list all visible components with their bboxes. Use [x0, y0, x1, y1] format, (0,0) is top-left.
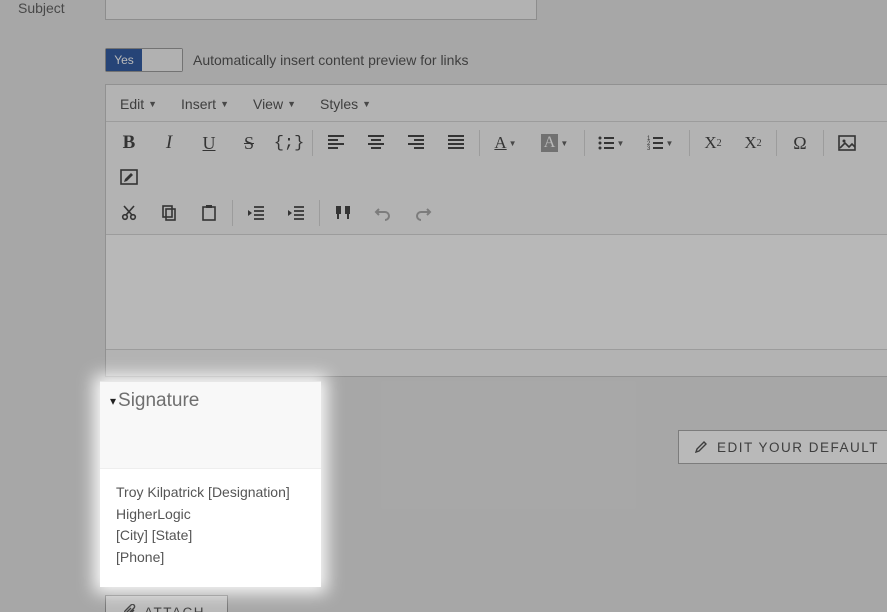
link-preview-toggle[interactable]: Yes — [105, 48, 183, 72]
signature-line-4: [Phone] — [116, 547, 305, 569]
edit-default-label: EDIT YOUR DEFAULT — [717, 440, 879, 455]
toggle-on-label: Yes — [106, 49, 142, 71]
code-button[interactable]: {;} — [269, 126, 309, 160]
underline-button[interactable]: U — [189, 126, 229, 160]
subscript-button[interactable]: X2 — [693, 126, 733, 160]
image-button[interactable] — [827, 126, 867, 160]
copy-button[interactable] — [149, 196, 189, 230]
text-color-button[interactable]: A▼ — [483, 126, 532, 160]
subject-input[interactable] — [105, 0, 537, 20]
undo-button[interactable] — [363, 196, 403, 230]
attach-label: ATTACH — [144, 605, 205, 612]
indent-button[interactable] — [276, 196, 316, 230]
menu-insert[interactable]: Insert▼ — [181, 96, 229, 112]
align-center-button[interactable] — [356, 126, 396, 160]
paste-button[interactable] — [189, 196, 229, 230]
italic-button[interactable]: I — [149, 126, 189, 160]
signature-body: Troy Kilpatrick [Designation] HigherLogi… — [100, 468, 321, 587]
signature-line-2: HigherLogic — [116, 504, 305, 526]
editor-content-area[interactable] — [106, 235, 887, 350]
signature-line-3: [City] [State] — [116, 525, 305, 547]
toggle-off-side — [142, 49, 182, 71]
align-justify-button[interactable] — [436, 126, 476, 160]
numbered-list-button[interactable]: 123▼ — [637, 126, 686, 160]
signature-line-1: Troy Kilpatrick [Designation] — [116, 482, 305, 504]
menu-view[interactable]: View▼ — [253, 96, 296, 112]
outdent-button[interactable] — [236, 196, 276, 230]
cut-button[interactable] — [109, 196, 149, 230]
attach-button[interactable]: ATTACH — [105, 595, 228, 612]
edit-icon[interactable] — [109, 160, 149, 194]
edit-default-signature-button[interactable]: EDIT YOUR DEFAULT — [678, 430, 887, 464]
bold-button[interactable]: B — [109, 126, 149, 160]
strikethrough-button[interactable]: S — [229, 126, 269, 160]
chevron-down-icon: ▾ — [110, 394, 116, 408]
signature-panel: ▾ Signature Troy Kilpatrick [Designation… — [100, 381, 321, 587]
menu-edit[interactable]: Edit▼ — [120, 96, 157, 112]
menu-styles[interactable]: Styles▼ — [320, 96, 371, 112]
attachment-icon — [122, 604, 136, 612]
signature-title: Signature — [118, 390, 199, 412]
special-char-button[interactable]: Ω — [780, 126, 820, 160]
find-replace-button[interactable] — [323, 196, 363, 230]
edit-icon — [695, 439, 709, 456]
editor-footer — [106, 350, 887, 376]
rich-text-editor: Edit▼ Insert▼ View▼ Styles▼ B I U S {;} … — [105, 84, 887, 377]
svg-text:3: 3 — [647, 146, 651, 152]
redo-button[interactable] — [403, 196, 443, 230]
signature-header[interactable]: ▾ Signature — [100, 381, 321, 420]
superscript-button[interactable]: X2 — [733, 126, 773, 160]
subject-label: Subject — [18, 0, 103, 16]
bullet-list-button[interactable]: ▼ — [588, 126, 637, 160]
link-preview-toggle-label: Automatically insert content preview for… — [193, 52, 468, 68]
background-color-button[interactable]: A▼ — [532, 126, 581, 160]
align-left-button[interactable] — [316, 126, 356, 160]
align-right-button[interactable] — [396, 126, 436, 160]
